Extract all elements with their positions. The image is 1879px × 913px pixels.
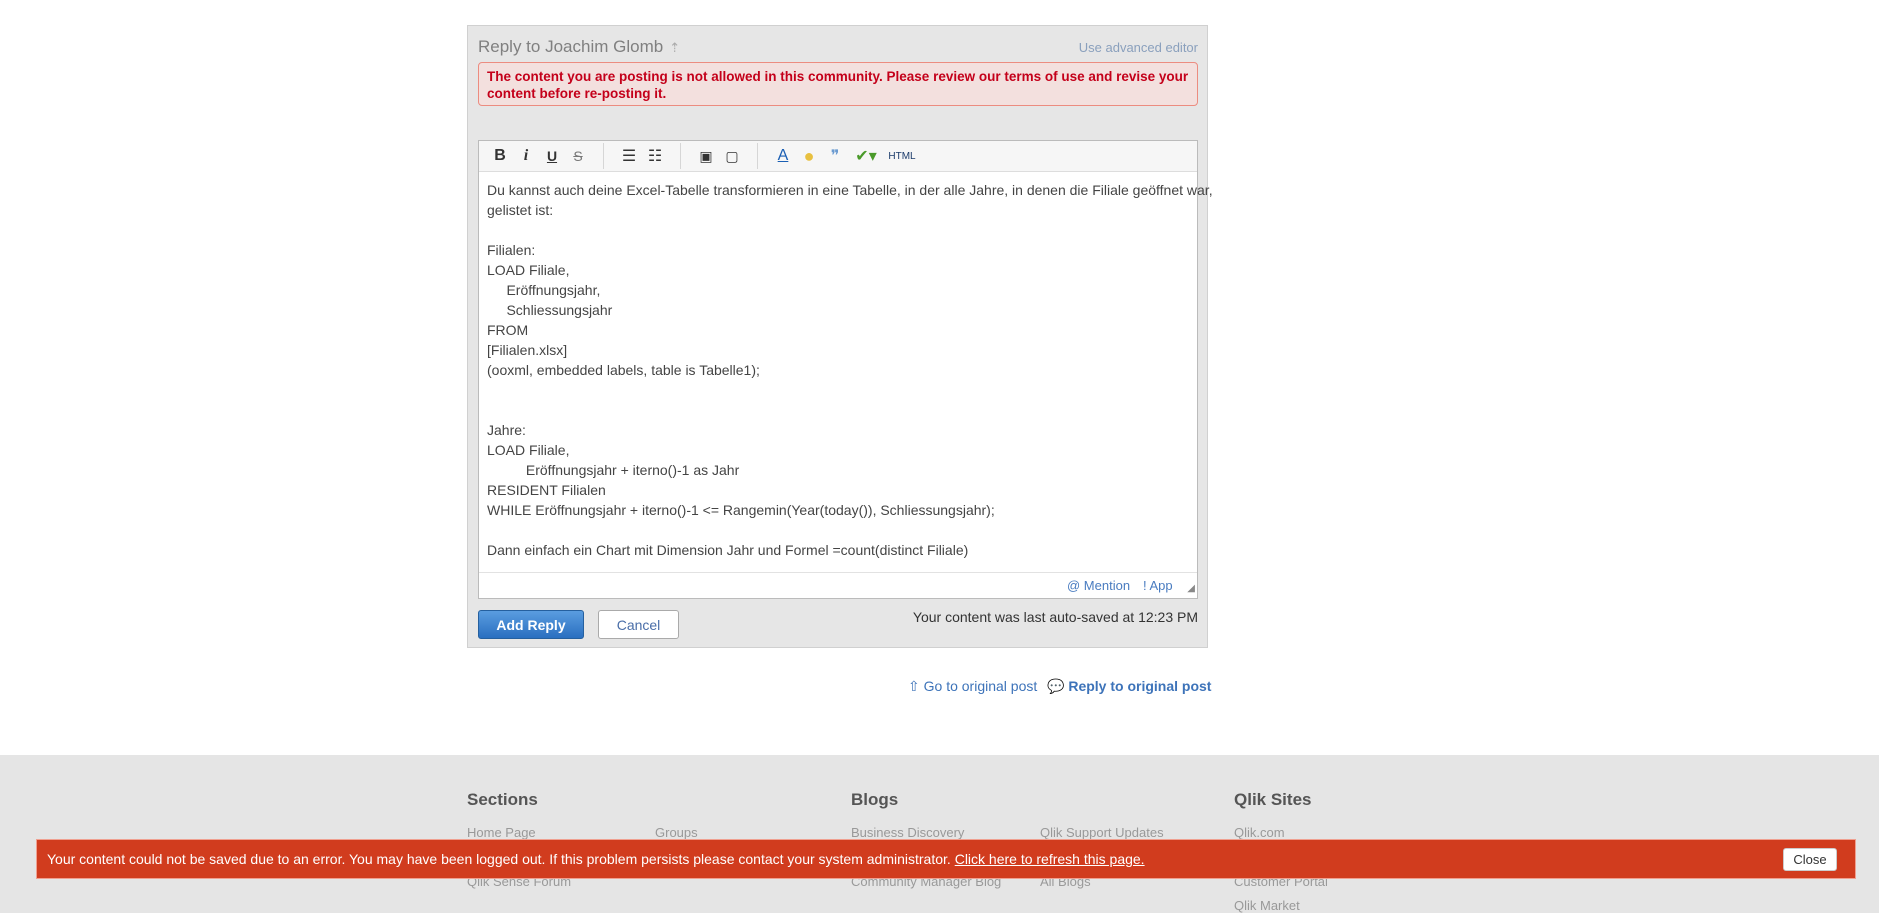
editor-line: (ooxml, embedded labels, table is Tabell… bbox=[487, 362, 760, 378]
footer-link[interactable]: Qlik.com bbox=[1234, 825, 1285, 840]
numbered-list-icon[interactable]: ☷ bbox=[642, 146, 668, 166]
go-to-original-post-link[interactable]: ⇧ Go to original post bbox=[908, 678, 1037, 695]
underline-button[interactable]: U bbox=[539, 148, 565, 164]
reply-panel: Reply to Joachim Glomb ⇡ Use advanced edi… bbox=[467, 25, 1213, 648]
footer-link[interactable]: Business Discovery bbox=[851, 825, 964, 840]
bullet-list-icon[interactable]: ☰ bbox=[616, 146, 642, 166]
autosave-status: Your content was last auto-saved at 12:2… bbox=[912, 609, 1198, 625]
speech-bubble-icon: 💬 bbox=[1047, 678, 1069, 694]
spellcheck-icon[interactable]: ✔▾ bbox=[848, 146, 884, 166]
editor-line: Eröffnungsjahr + iterno()-1 as Jahr bbox=[487, 462, 740, 478]
reply-to-original-post-link[interactable]: 💬 Reply to original post bbox=[1047, 678, 1211, 695]
video-icon[interactable]: ▢ bbox=[719, 148, 745, 165]
editor-line: Jahre: bbox=[487, 422, 526, 438]
divider bbox=[680, 143, 681, 169]
italic-button[interactable]: i bbox=[513, 147, 539, 165]
editor-line: Dann einfach ein Chart mit Dimension Jah… bbox=[487, 542, 969, 558]
arrow-up-icon: ⇡ bbox=[669, 40, 681, 55]
reply-title: Reply to Joachim Glomb ⇡ bbox=[478, 37, 681, 56]
error-message: The content you are posting is not allow… bbox=[478, 62, 1198, 106]
divider bbox=[757, 143, 758, 169]
resize-handle-icon[interactable]: ◢ bbox=[1187, 583, 1195, 594]
arrow-up-icon: ⇧ bbox=[908, 678, 924, 694]
footer-heading: Blogs bbox=[851, 790, 899, 809]
editor-line: LOAD Filiale, bbox=[487, 442, 570, 458]
editor-footer: @ Mention ! App ◢ bbox=[479, 572, 1197, 598]
editor-content[interactable]: Du kannst auch deine Excel-Tabelle trans… bbox=[479, 172, 1213, 568]
error-notification-bar: Your content could not be saved due to a… bbox=[36, 839, 1856, 879]
error-bar-message: Your content could not be saved due to a… bbox=[47, 851, 955, 867]
footer-link[interactable]: Qlik Market bbox=[1234, 898, 1300, 913]
editor-line: WHILE Eröffnungsjahr + iterno()-1 <= Ran… bbox=[487, 502, 995, 518]
footer-link[interactable]: Groups bbox=[655, 825, 698, 840]
editor-toolbar: B i U S ☰ ☷ ▣ ▢ A ● ❞ ✔▾ HTML bbox=[479, 141, 1197, 172]
editor-line: Schliessungsjahr bbox=[487, 302, 613, 318]
footer-heading: Sections bbox=[467, 790, 538, 809]
editor-line: Du kannst auch deine Excel-Tabelle trans… bbox=[487, 182, 1213, 198]
font-color-icon[interactable]: A bbox=[770, 147, 796, 165]
editor-line: Eröffnungsjahr, bbox=[487, 282, 601, 298]
footer-link[interactable]: Home Page bbox=[467, 825, 536, 840]
strikethrough-button[interactable]: S bbox=[565, 148, 591, 164]
rich-text-editor[interactable]: B i U S ☰ ☷ ▣ ▢ A ● ❞ ✔▾ HTML Du kannst … bbox=[478, 140, 1213, 599]
image-icon[interactable]: ▣ bbox=[693, 148, 719, 165]
emoji-icon[interactable]: ● bbox=[796, 146, 822, 167]
editor-line: gelistet ist: bbox=[487, 202, 554, 218]
editor-line: RESIDENT Filialen bbox=[487, 482, 606, 498]
cancel-button[interactable]: Cancel bbox=[598, 610, 679, 639]
refresh-page-link[interactable]: Click here to refresh this page. bbox=[955, 851, 1145, 867]
mention-button[interactable]: @ Mention bbox=[1067, 578, 1130, 593]
editor-line: LOAD Filiale, bbox=[487, 262, 570, 278]
advanced-editor-link[interactable]: Use advanced editor bbox=[1079, 40, 1198, 55]
close-button[interactable]: Close bbox=[1783, 848, 1837, 871]
editor-line: [Filialen.xlsx] bbox=[487, 342, 568, 358]
editor-line: Filialen: bbox=[487, 242, 536, 258]
footer-heading: Qlik Sites bbox=[1234, 790, 1312, 809]
app-button[interactable]: ! App bbox=[1143, 578, 1173, 593]
footer-link[interactable]: Qlik Support Updates bbox=[1040, 825, 1164, 840]
html-button[interactable]: HTML bbox=[884, 151, 920, 162]
bold-button[interactable]: B bbox=[487, 147, 513, 165]
footer: Sections Home Page Groups Qlik Sense For… bbox=[0, 755, 1879, 913]
editor-line: FROM bbox=[487, 322, 529, 338]
add-reply-button[interactable]: Add Reply bbox=[478, 610, 584, 639]
quote-icon[interactable]: ❞ bbox=[822, 146, 848, 166]
divider bbox=[603, 143, 604, 169]
